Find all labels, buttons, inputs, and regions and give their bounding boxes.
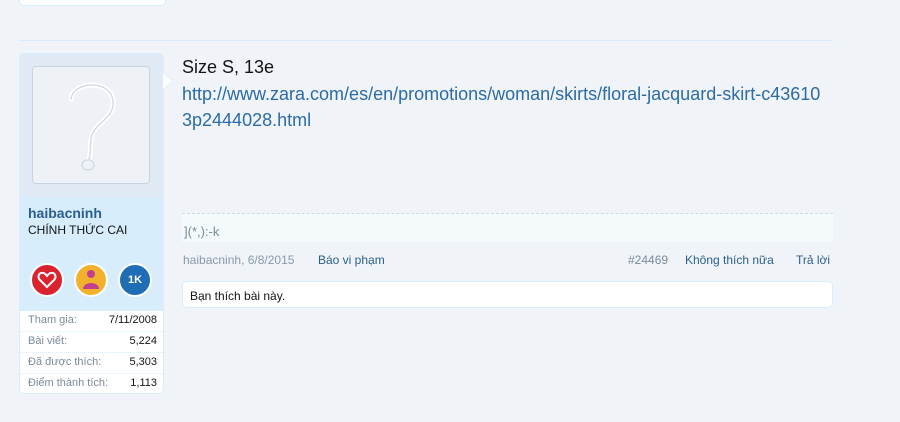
message-arrow-inner [163, 73, 172, 89]
stat-label: Bài viết: [28, 335, 68, 347]
meta-author[interactable]: haibacninh [183, 253, 241, 267]
1k-trophy-icon[interactable]: 1K [118, 263, 152, 297]
avatar-container [20, 54, 163, 197]
report-link[interactable]: Báo vi phạm [318, 253, 385, 267]
user-details: haibacninh CHÍNH THỨC CAI 1K [20, 197, 163, 311]
people-trophy-icon[interactable] [74, 263, 108, 297]
signature-text: ](*,):-k [184, 224, 220, 239]
stat-trophy-points: Điểm thành tích: 1,113 [20, 374, 163, 393]
meta-date[interactable]: 6/8/2015 [248, 253, 295, 267]
stat-value: 5,303 [129, 356, 157, 368]
meta-separator: , [241, 253, 248, 267]
post-meta: haibacninh, 6/8/2015 [183, 253, 294, 267]
stat-value[interactable]: 1,113 [130, 377, 157, 389]
user-stats: Tham gia: 7/11/2008 Bài viết: 5,224 Đã đ… [20, 311, 163, 393]
message-text: Size S, 13e [182, 57, 275, 77]
question-mark-avatar-icon [68, 82, 116, 171]
post-divider [19, 40, 833, 41]
reply-link[interactable]: Trả lời [796, 253, 830, 267]
unlike-link[interactable]: Không thích nữa [685, 253, 774, 267]
trophy-1k-label: 1K [127, 274, 143, 286]
likes-summary: Bạn thích bài này. [182, 281, 833, 308]
message-link[interactable]: http://www.zara.com/es/en/promotions/wom… [182, 81, 822, 133]
stat-label: Điểm thành tích: [28, 377, 109, 389]
user-title: CHÍNH THỨC CAI [28, 223, 128, 237]
stat-value: 7/11/2008 [108, 314, 157, 326]
stat-label: Tham gia: [28, 314, 77, 326]
heart-trophy-icon[interactable] [30, 263, 64, 297]
stat-joined: Tham gia: 7/11/2008 [20, 311, 163, 332]
avatar[interactable] [32, 66, 150, 184]
user-info-panel: haibacninh CHÍNH THỨC CAI 1K Tham gia: 7… [19, 53, 164, 394]
post-number[interactable]: #24469 [628, 253, 668, 267]
stat-label: Đã được thích: [28, 356, 102, 368]
username[interactable]: haibacninh [28, 205, 102, 221]
signature: ](*,):-k [182, 213, 833, 242]
previous-post-userinfo [19, 0, 166, 6]
likes-text: Bạn thích bài này. [190, 289, 286, 303]
stat-posts: Bài viết: 5,224 [20, 332, 163, 353]
stat-value[interactable]: 5,224 [129, 335, 157, 347]
stat-likes-received: Đã được thích: 5,303 [20, 353, 163, 374]
